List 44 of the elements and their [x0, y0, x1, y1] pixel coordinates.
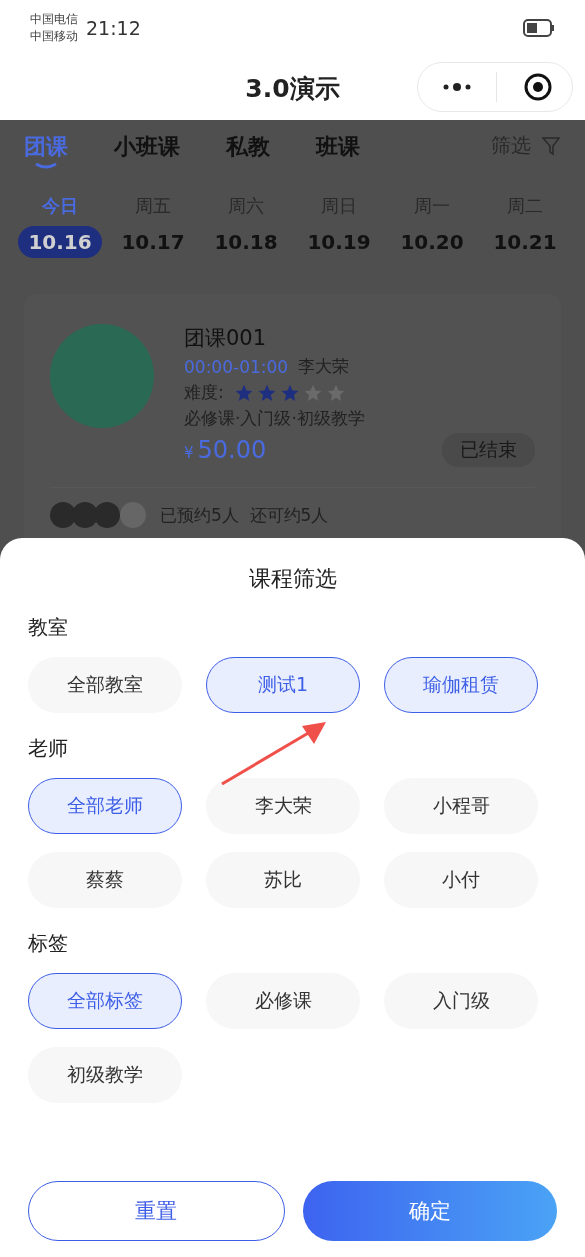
- course-tab[interactable]: 小班课: [114, 132, 180, 162]
- carrier-name: 中国移动: [30, 28, 78, 45]
- member-avatar: [94, 502, 120, 528]
- filter-option[interactable]: 瑜伽租赁: [384, 657, 538, 713]
- date-item[interactable]: 10.16: [18, 226, 102, 258]
- member-avatar: [50, 502, 76, 528]
- date-item[interactable]: 10.18: [204, 226, 288, 258]
- date-item[interactable]: 10.20: [390, 226, 474, 258]
- reset-button[interactable]: 重置: [28, 1181, 285, 1241]
- filter-option[interactable]: 测试1: [206, 657, 360, 713]
- date-item[interactable]: 10.21: [483, 226, 567, 258]
- filter-option[interactable]: 小付: [384, 852, 538, 908]
- sheet-title: 课程筛选: [247, 565, 338, 593]
- filter-option[interactable]: 必修课: [206, 973, 360, 1029]
- course-tab[interactable]: 私教: [226, 132, 270, 162]
- filter-option[interactable]: 蔡蔡: [28, 852, 182, 908]
- tab-underline-icon: [34, 162, 58, 170]
- currency-sign: ¥: [184, 444, 194, 462]
- battery-icon: [523, 19, 555, 37]
- course-name: 团课001: [184, 325, 268, 352]
- weekday-label: 今日: [42, 194, 78, 218]
- filter-option[interactable]: 全部老师: [28, 778, 182, 834]
- course-price: 50.00: [197, 436, 267, 464]
- filter-option[interactable]: 全部教室: [28, 657, 182, 713]
- carrier-name: 中国电信: [30, 11, 78, 28]
- confirm-button[interactable]: 确定: [302, 1181, 557, 1241]
- group-label: 标签: [28, 930, 69, 957]
- date-item[interactable]: 10.19: [297, 226, 381, 258]
- page-title: 3.0演示: [245, 72, 340, 105]
- more-icon[interactable]: [442, 82, 472, 92]
- group-label: 老师: [28, 735, 69, 762]
- status-time: 21:12: [86, 17, 141, 39]
- filter-option[interactable]: 苏比: [206, 852, 360, 908]
- filter-option[interactable]: 李大荣: [206, 778, 360, 834]
- more-members-icon: [120, 502, 146, 528]
- course-tab[interactable]: 班课: [316, 132, 360, 162]
- date-item[interactable]: 10.17: [111, 226, 195, 258]
- close-target-icon[interactable]: [523, 72, 553, 102]
- group-label: 教室: [28, 614, 69, 641]
- filter-option[interactable]: 入门级: [384, 973, 538, 1029]
- filter-option[interactable]: 小程哥: [384, 778, 538, 834]
- course-time: 00:00-01:00: [184, 356, 289, 377]
- filter-option[interactable]: 全部标签: [28, 973, 182, 1029]
- filter-option[interactable]: 初级教学: [28, 1047, 182, 1103]
